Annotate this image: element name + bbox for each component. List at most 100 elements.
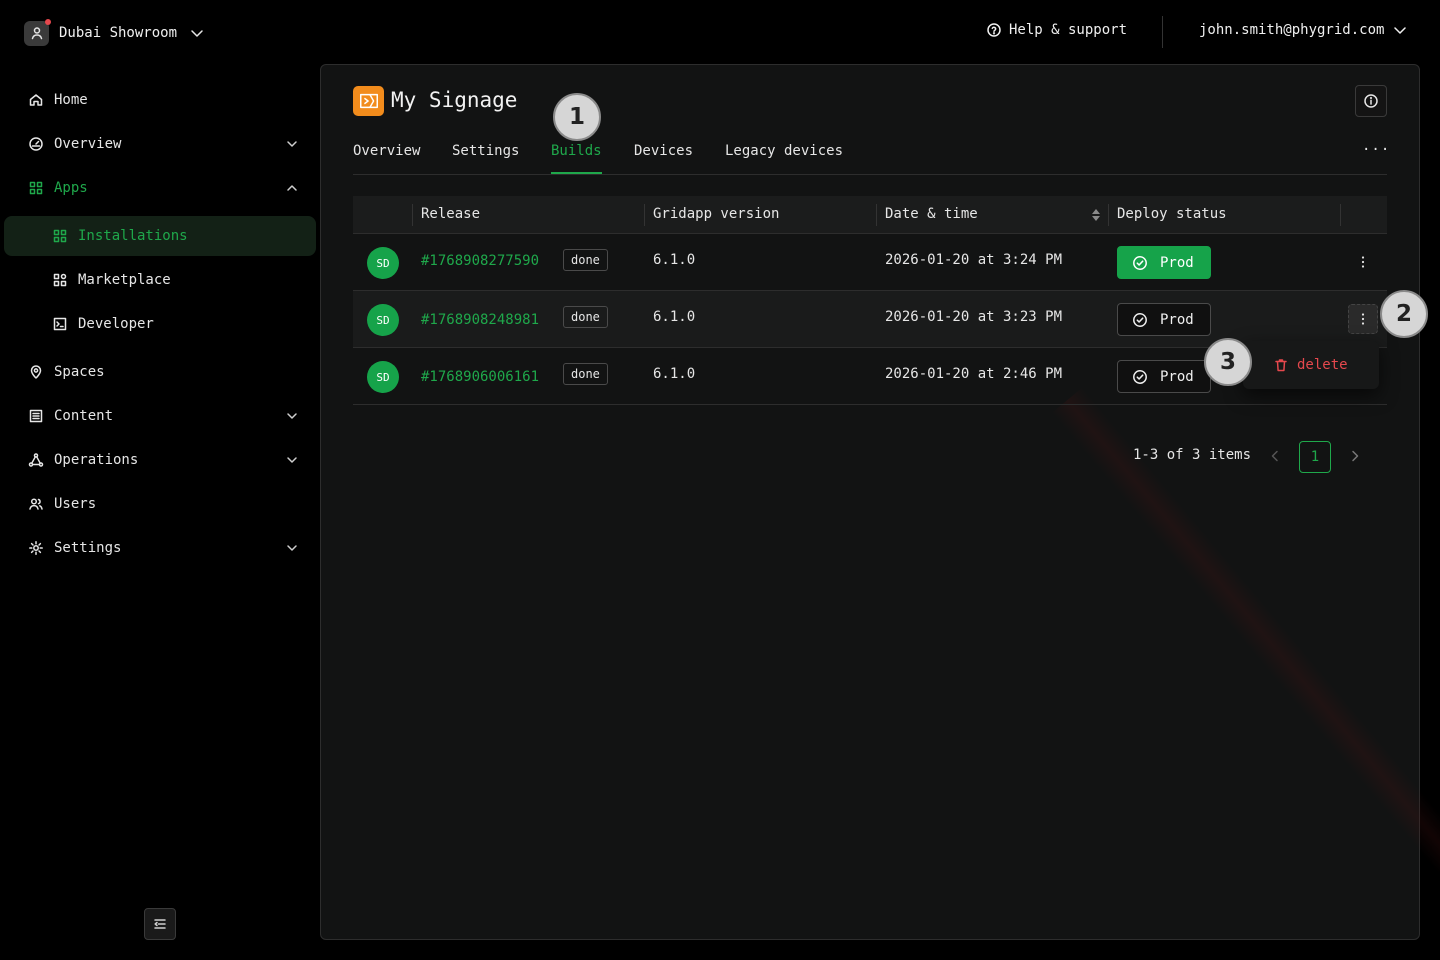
gauge-icon [29,137,43,151]
org-avatar [24,18,51,46]
user-menu[interactable]: john.smith@phygrid.com [1199,22,1408,38]
row-actions-button[interactable] [1348,304,1378,334]
marketplace-icon [53,273,67,287]
app-logo [353,86,384,116]
terminal-icon [53,317,67,331]
avatar: SD [367,247,399,279]
help-circle-icon [987,23,1001,37]
deploy-prod-button[interactable]: Prod [1117,360,1211,393]
sidebar-item-content[interactable]: Content [28,404,300,428]
sidebar-item-label: Developer [78,316,154,332]
annotation-callout-1: 1 [553,93,601,141]
collapse-menu-icon [154,919,166,929]
sidebar-item-users[interactable]: Users [28,492,300,516]
status-badge: done [563,249,608,271]
tab-overview[interactable]: Overview [353,143,420,159]
help-support-link[interactable]: Help & support [986,22,1127,38]
sidebar-item-home[interactable]: Home [28,88,300,112]
sidebar-item-label: Operations [54,452,139,468]
org-name: Dubai Showroom [59,25,178,41]
apps-grid-icon [29,181,43,195]
annotation-callout-2: 2 [1380,290,1428,338]
release-link[interactable]: #1768908248981 [421,312,539,328]
tab-legacy-devices[interactable]: Legacy devices [725,143,843,159]
row-actions-button[interactable] [1348,247,1378,277]
date-time: 2026-01-20 at 3:24 PM [885,252,1063,268]
chevron-down-icon [287,457,297,463]
sort-icon[interactable] [1091,207,1101,223]
org-switcher[interactable]: Dubai Showroom [24,18,205,46]
gear-icon [29,541,43,555]
chevron-right-icon[interactable] [1347,448,1363,464]
tab-builds[interactable]: Builds [551,143,602,159]
chevron-down-icon [1394,27,1407,34]
column-header-release[interactable]: Release [421,206,480,222]
column-header-gridapp-version[interactable]: Gridapp version [653,206,779,222]
column-header-deploy-status[interactable]: Deploy status [1117,206,1227,222]
delete-menu-item[interactable]: delete [1243,341,1379,389]
release-link[interactable]: #1768906006161 [421,369,539,385]
release-link[interactable]: #1768908277590 [421,253,539,269]
help-support-label: Help & support [1009,22,1128,38]
more-vertical-icon [1361,313,1365,325]
table-row: SD #1768908277590 done 6.1.0 2026-01-20 … [353,234,1387,291]
date-time: 2026-01-20 at 2:46 PM [885,366,1063,382]
deploy-label: Prod [1160,368,1194,385]
column-header-date-time[interactable]: Date & time [885,206,978,222]
sidebar-item-marketplace[interactable]: Marketplace [52,268,171,292]
sidebar-item-operations[interactable]: Operations [28,448,300,472]
tabs-divider [353,174,1387,175]
deploy-label: Prod [1160,254,1194,271]
sidebar-item-label: Users [54,496,97,512]
date-time: 2026-01-20 at 3:23 PM [885,309,1063,325]
document-list-icon [29,409,43,423]
deploy-prod-button[interactable]: Prod [1117,303,1211,336]
sidebar-item-apps[interactable]: Apps [28,176,300,200]
sidebar-item-installations[interactable]: Installations [52,224,188,248]
more-vertical-icon [1361,256,1365,268]
table-header: Release Gridapp version Date & time Depl… [353,196,1387,234]
pagination-page-button[interactable]: 1 [1299,441,1331,473]
chevron-down-icon [287,141,297,147]
sidebar-item-label: Content [54,408,114,424]
sidebar-item-spaces[interactable]: Spaces [28,360,300,384]
chevron-down-icon [191,30,203,37]
trash-icon [1275,359,1287,372]
column-divider [876,204,877,226]
deploy-prod-button[interactable]: Prod [1117,246,1211,279]
page-title: My Signage [391,88,518,112]
gridapp-version: 6.1.0 [653,252,696,268]
header-divider [1162,16,1163,48]
chevron-left-icon[interactable] [1267,448,1283,464]
gridapp-version: 6.1.0 [653,366,696,382]
check-circle-icon [1133,255,1147,270]
sidebar-item-developer[interactable]: Developer [52,312,154,336]
collapse-sidebar-button[interactable] [144,908,176,940]
users-icon [29,498,43,510]
sidebar-item-label: Apps [54,180,88,196]
sidebar-item-label: Marketplace [78,272,171,288]
sidebar-item-label: Installations [78,228,188,244]
deploy-label: Prod [1160,311,1194,328]
sidebar-item-label: Home [54,92,88,108]
sidebar-item-settings[interactable]: Settings [28,536,300,560]
sidebar-item-label: Settings [54,540,122,556]
chevron-down-icon [287,545,297,551]
column-divider [644,204,645,226]
column-divider [1108,204,1109,226]
column-divider [1340,204,1341,226]
status-badge: done [563,363,608,385]
tabs-more-button[interactable]: ··· [1362,142,1390,158]
user-icon [31,27,42,40]
chevron-up-icon [287,185,297,191]
network-icon [28,453,44,467]
sidebar-item-label: Overview [54,136,122,152]
map-pin-icon [30,365,42,379]
tab-devices[interactable]: Devices [634,143,693,159]
avatar: SD [367,304,399,336]
user-email: john.smith@phygrid.com [1199,22,1385,38]
tab-settings[interactable]: Settings [452,143,519,159]
sidebar-item-overview[interactable]: Overview [28,132,300,156]
info-button[interactable] [1355,85,1387,117]
notification-dot [45,18,51,25]
